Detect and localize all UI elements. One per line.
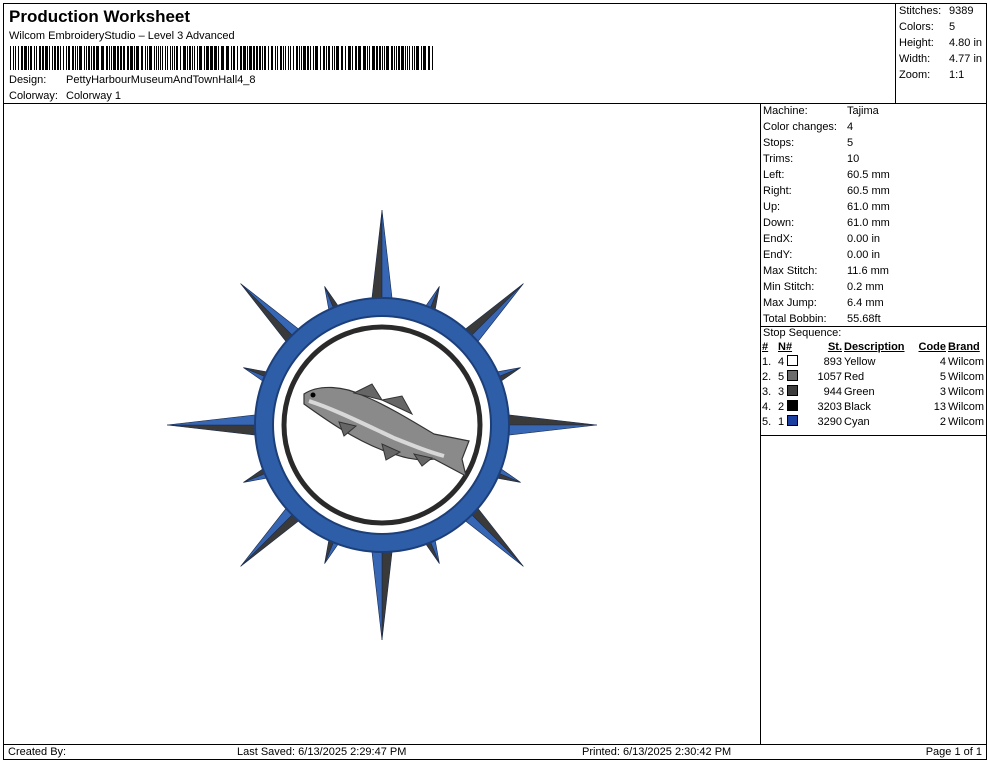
page-title: Production Worksheet [9, 7, 191, 26]
software-subtitle: Wilcom EmbroideryStudio – Level 3 Advanc… [9, 30, 235, 42]
divider [761, 435, 987, 436]
info-up: Up: 61.0 mm [763, 201, 890, 213]
info-machine: Machine: Tajima [763, 105, 879, 117]
row-brand: Wilcom [948, 370, 985, 383]
color-swatch [787, 355, 799, 366]
info-max-jump: Max Jump: 6.4 mm [763, 297, 884, 309]
row-description: Green [844, 385, 875, 398]
colorway-row: Colorway: Colorway 1 [9, 90, 121, 102]
row-n: 2 [777, 399, 807, 414]
table-row: 1. 4 893 Yellow 4 Wilcom [761, 354, 987, 369]
row-brand: Wilcom [948, 385, 985, 398]
printed-date: Printed: 6/13/2025 2:30:42 PM [582, 746, 732, 758]
col-description: Description [844, 340, 905, 353]
col-code: Code [918, 340, 947, 353]
row-num: 5. [762, 415, 772, 428]
info-trims: Trims: 10 [763, 153, 860, 165]
table-row: 3. 3 944 Green 3 Wilcom [761, 384, 987, 399]
row-description: Cyan [844, 415, 870, 428]
info-total-bobbin: Total Bobbin: 55.68ft [763, 313, 881, 325]
row-code: 4 [939, 355, 946, 368]
info-right: Right: 60.5 mm [763, 185, 890, 197]
row-n: 5 [777, 369, 807, 384]
col-st: St. [827, 340, 842, 353]
col-n: N# [778, 340, 793, 353]
color-swatch [787, 415, 799, 426]
row-st: 3203 [817, 400, 842, 413]
row-description: Red [844, 370, 865, 383]
table-row: 5. 1 3290 Cyan 2 Wilcom [761, 414, 987, 429]
row-n: 4 [777, 354, 807, 369]
table-row: 4. 2 3203 Black 13 Wilcom [761, 399, 987, 414]
row-n: 1 [777, 414, 807, 429]
col-brand: Brand [948, 340, 980, 353]
last-saved: Last Saved: 6/13/2025 2:29:47 PM [237, 746, 407, 758]
page-number: Page 1 of 1 [925, 746, 982, 758]
machine-info-panel: Machine: Tajima Color changes: 4 Stops: 5 T… [760, 103, 987, 745]
row-num: 1. [762, 355, 772, 368]
table-row: 2. 5 1057 Red 5 Wilcom [761, 369, 987, 384]
design-value: PettyHarbourMuseumAndTownHall4_8 [66, 74, 256, 86]
row-code: 13 [933, 400, 946, 413]
row-code: 5 [939, 370, 946, 383]
row-num: 2. [762, 370, 772, 383]
stop-sequence-table: # N# St. Description Code Brand 1. 4 893 Y… [761, 339, 987, 429]
row-brand: Wilcom [948, 415, 985, 428]
info-min-stitch: Min Stitch: 0.2 mm [763, 281, 884, 293]
info-stops: Stops: 5 [763, 137, 854, 149]
footer-bar: Created By: Last Saved: 6/13/2025 2:29:4… [3, 744, 987, 760]
row-st: 3290 [817, 415, 842, 428]
header-panel: Production Worksheet Wilcom EmbroiderySt… [3, 3, 896, 104]
created-by: Created By: [8, 746, 67, 758]
stop-sequence-title: Stop Sequence: [763, 327, 842, 339]
colorway-label: Colorway: [9, 90, 58, 102]
table-header-row: # N# St. Description Code Brand [761, 339, 987, 354]
info-color-changes: Color changes: 4 [763, 121, 854, 133]
color-swatch [787, 370, 799, 381]
color-swatch [787, 400, 799, 411]
row-description: Black [844, 400, 871, 413]
row-brand: Wilcom [948, 400, 985, 413]
row-code: 3 [939, 385, 946, 398]
design-row: Design: PettyHarbourMuseumAndTownHall4_8 [9, 74, 256, 86]
info-endx: EndX: 0.00 in [763, 233, 881, 245]
row-st: 1057 [817, 370, 842, 383]
row-code: 2 [939, 415, 946, 428]
row-num: 4. [762, 400, 772, 413]
row-num: 3. [762, 385, 772, 398]
info-endy: EndY: 0.00 in [763, 249, 881, 261]
row-n: 3 [777, 384, 807, 399]
row-description: Yellow [844, 355, 876, 368]
row-brand: Wilcom [948, 355, 985, 368]
row-st: 944 [823, 385, 842, 398]
barcode-image [10, 46, 433, 70]
design-preview-panel [3, 103, 761, 745]
embroidery-design-image [166, 209, 598, 641]
info-down: Down: 61.0 mm [763, 217, 890, 229]
info-left: Left: 60.5 mm [763, 169, 890, 181]
stats-panel: Stitches: 9389 Colors: 5 Height: 4.80 in Wi… [895, 3, 987, 104]
worksheet: Production Worksheet Wilcom EmbroiderySt… [0, 0, 990, 762]
design-label: Design: [9, 74, 47, 86]
info-max-stitch: Max Stitch: 11.6 mm [763, 265, 889, 277]
color-swatch [787, 385, 799, 396]
colorway-value: Colorway 1 [66, 90, 122, 102]
row-st: 893 [823, 355, 842, 368]
col-num: # [762, 340, 769, 353]
